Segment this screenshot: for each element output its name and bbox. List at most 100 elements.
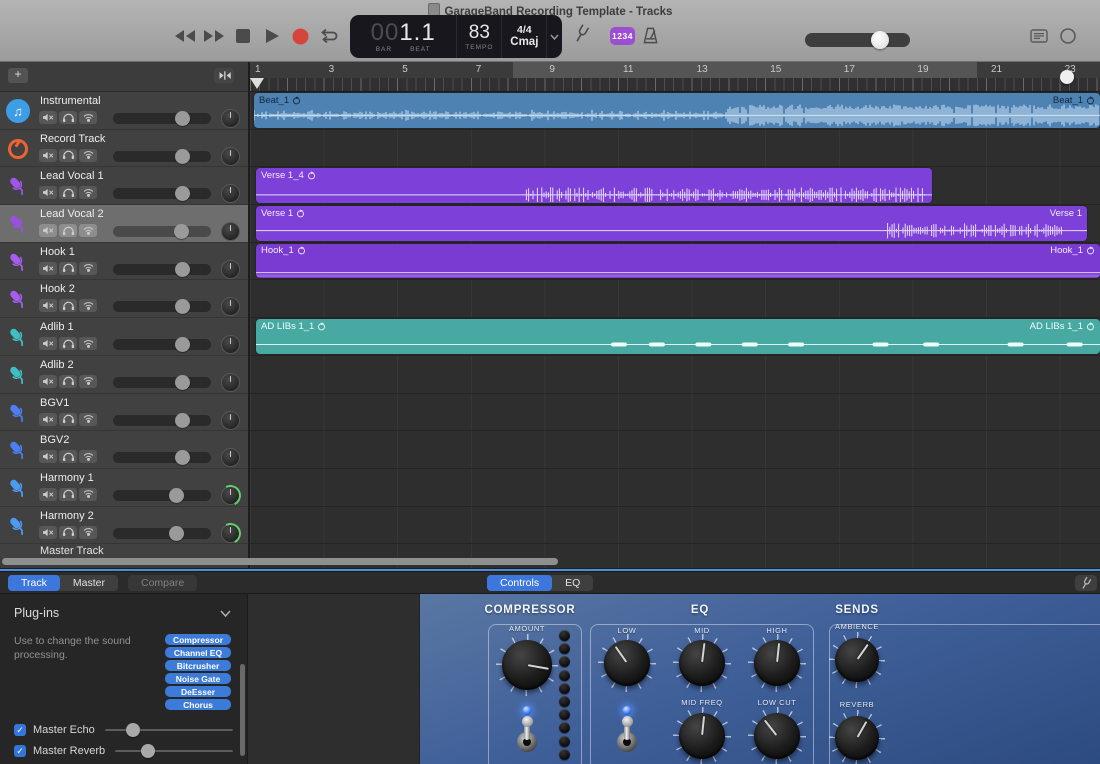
mute-button[interactable] bbox=[39, 526, 57, 539]
track-volume-slider[interactable] bbox=[113, 339, 211, 350]
solo-button[interactable] bbox=[59, 149, 77, 162]
track-volume-slider[interactable] bbox=[113, 490, 211, 501]
track-pan-knob[interactable] bbox=[221, 411, 240, 430]
lane-6[interactable]: AD LIBs 1_1AD LIBs 1_1 bbox=[250, 318, 1100, 356]
chevron-down-icon[interactable] bbox=[546, 15, 562, 58]
track-volume-slider[interactable] bbox=[113, 301, 211, 312]
track-volume-slider[interactable] bbox=[113, 377, 211, 388]
track-volume-slider[interactable] bbox=[113, 151, 211, 162]
chevron-down-icon[interactable] bbox=[220, 610, 231, 617]
checkbox-master-reverb[interactable]: ✓ bbox=[14, 745, 26, 757]
horizontal-scrollbar[interactable] bbox=[2, 558, 558, 565]
solo-button[interactable] bbox=[59, 375, 77, 388]
track-row-bgv1[interactable]: BGV1 bbox=[0, 394, 248, 432]
knob-mid[interactable] bbox=[673, 634, 731, 692]
knob-mid-freq[interactable] bbox=[673, 707, 731, 764]
mute-button[interactable] bbox=[39, 488, 57, 501]
track-row-lead-vocal-1[interactable]: Lead Vocal 1 bbox=[0, 167, 248, 205]
mute-button[interactable] bbox=[39, 299, 57, 312]
rewind-button[interactable] bbox=[174, 26, 196, 46]
track-volume-knob[interactable] bbox=[175, 149, 190, 164]
plugin-button-channel-eq[interactable]: Channel EQ bbox=[165, 647, 231, 658]
track-row-harmony-1[interactable]: Harmony 1 bbox=[0, 469, 248, 507]
solo-button[interactable] bbox=[59, 526, 77, 539]
fast-forward-button[interactable] bbox=[203, 26, 225, 46]
slider-knob[interactable] bbox=[141, 744, 155, 758]
track-volume-slider[interactable] bbox=[113, 528, 211, 539]
knob-low[interactable] bbox=[598, 634, 656, 692]
solo-button[interactable] bbox=[59, 186, 77, 199]
tab-controls[interactable]: Controls bbox=[487, 575, 552, 591]
knob-reverb[interactable] bbox=[829, 710, 885, 764]
mute-button[interactable] bbox=[39, 262, 57, 275]
add-track-button[interactable]: + bbox=[8, 68, 28, 83]
track-row-hook-2[interactable]: Hook 2 bbox=[0, 280, 248, 318]
input-monitor-button[interactable] bbox=[79, 526, 97, 539]
track-pan-knob[interactable] bbox=[221, 184, 240, 203]
solo-button[interactable] bbox=[59, 299, 77, 312]
mute-button[interactable] bbox=[39, 111, 57, 124]
checkbox-master-echo[interactable]: ✓ bbox=[14, 724, 26, 736]
track-pan-knob[interactable] bbox=[221, 486, 240, 505]
lcd-display[interactable]: 001.1 BARBEAT 83 TEMPO 4/4 Cmaj bbox=[350, 15, 562, 58]
cycle-button[interactable] bbox=[317, 26, 339, 46]
input-monitor-button[interactable] bbox=[79, 111, 97, 124]
track-volume-knob[interactable] bbox=[169, 488, 184, 503]
knob-amount[interactable] bbox=[496, 634, 558, 696]
track-row-hook-1[interactable]: Hook 1 bbox=[0, 243, 248, 281]
mute-button[interactable] bbox=[39, 413, 57, 426]
tuning-fork-icon[interactable] bbox=[570, 24, 592, 44]
solo-button[interactable] bbox=[59, 450, 77, 463]
track-volume-knob[interactable] bbox=[175, 413, 190, 428]
track-volume-slider[interactable] bbox=[113, 264, 211, 275]
lane-0[interactable]: Beat_1Beat_1 bbox=[250, 92, 1100, 130]
lane-3[interactable]: Verse 1Verse 1 bbox=[250, 205, 1100, 243]
region-ad-libs-1_1[interactable]: AD LIBs 1_1AD LIBs 1_1 bbox=[256, 319, 1100, 354]
tab-eq[interactable]: EQ bbox=[552, 575, 593, 591]
mute-button[interactable] bbox=[39, 186, 57, 199]
track-volume-slider[interactable] bbox=[113, 226, 211, 237]
master-echo-slider[interactable] bbox=[105, 723, 233, 737]
track-pan-knob[interactable] bbox=[221, 524, 240, 543]
lane-1[interactable] bbox=[250, 130, 1100, 168]
track-volume-slider[interactable] bbox=[113, 452, 211, 463]
track-volume-knob[interactable] bbox=[175, 450, 190, 465]
region-beat_1[interactable]: Beat_1Beat_1 bbox=[254, 93, 1100, 128]
input-monitor-button[interactable] bbox=[79, 450, 97, 463]
metronome-icon[interactable] bbox=[639, 25, 661, 45]
lane-4[interactable]: Hook_1Hook_1 bbox=[250, 243, 1100, 281]
plugin-button-chorus[interactable]: Chorus bbox=[165, 699, 231, 710]
input-monitor-button[interactable] bbox=[79, 337, 97, 350]
track-volume-slider[interactable] bbox=[113, 188, 211, 199]
track-row-instrumental[interactable]: ♫ Instrumental bbox=[0, 92, 248, 130]
tab-track[interactable]: Track bbox=[8, 575, 60, 591]
input-monitor-button[interactable] bbox=[79, 488, 97, 501]
mute-button[interactable] bbox=[39, 337, 57, 350]
solo-button[interactable] bbox=[59, 111, 77, 124]
input-monitor-button[interactable] bbox=[79, 186, 97, 199]
mute-button[interactable] bbox=[39, 450, 57, 463]
track-volume-knob[interactable] bbox=[175, 186, 190, 201]
track-volume-knob[interactable] bbox=[175, 111, 190, 126]
plugin-button-bitcrusher[interactable]: Bitcrusher bbox=[165, 660, 231, 671]
notes-panel-icon[interactable] bbox=[1028, 26, 1050, 46]
mute-button[interactable] bbox=[39, 224, 57, 237]
tuning-fork-button[interactable] bbox=[1075, 575, 1097, 591]
input-monitor-button[interactable] bbox=[79, 299, 97, 312]
track-row-harmony-2[interactable]: Harmony 2 bbox=[0, 507, 248, 545]
track-volume-knob[interactable] bbox=[175, 375, 190, 390]
mute-button[interactable] bbox=[39, 149, 57, 162]
input-monitor-button[interactable] bbox=[79, 413, 97, 426]
count-in-button[interactable]: 1234 bbox=[610, 27, 635, 45]
track-pan-knob[interactable] bbox=[221, 335, 240, 354]
master-volume-slider[interactable] bbox=[805, 33, 910, 47]
zoom-slider-thumb[interactable] bbox=[1060, 70, 1074, 84]
input-monitor-button[interactable] bbox=[79, 149, 97, 162]
bar-ruler[interactable]: 1357911131517192123 bbox=[250, 62, 1100, 92]
track-row-lead-vocal-2[interactable]: Lead Vocal 2 bbox=[0, 205, 248, 243]
lane-8[interactable] bbox=[250, 394, 1100, 432]
track-pan-knob[interactable] bbox=[221, 373, 240, 392]
knob-ambience[interactable] bbox=[829, 632, 885, 688]
track-row-bgv2[interactable]: BGV2 bbox=[0, 431, 248, 469]
track-row-record-track[interactable]: Record Track bbox=[0, 130, 248, 168]
